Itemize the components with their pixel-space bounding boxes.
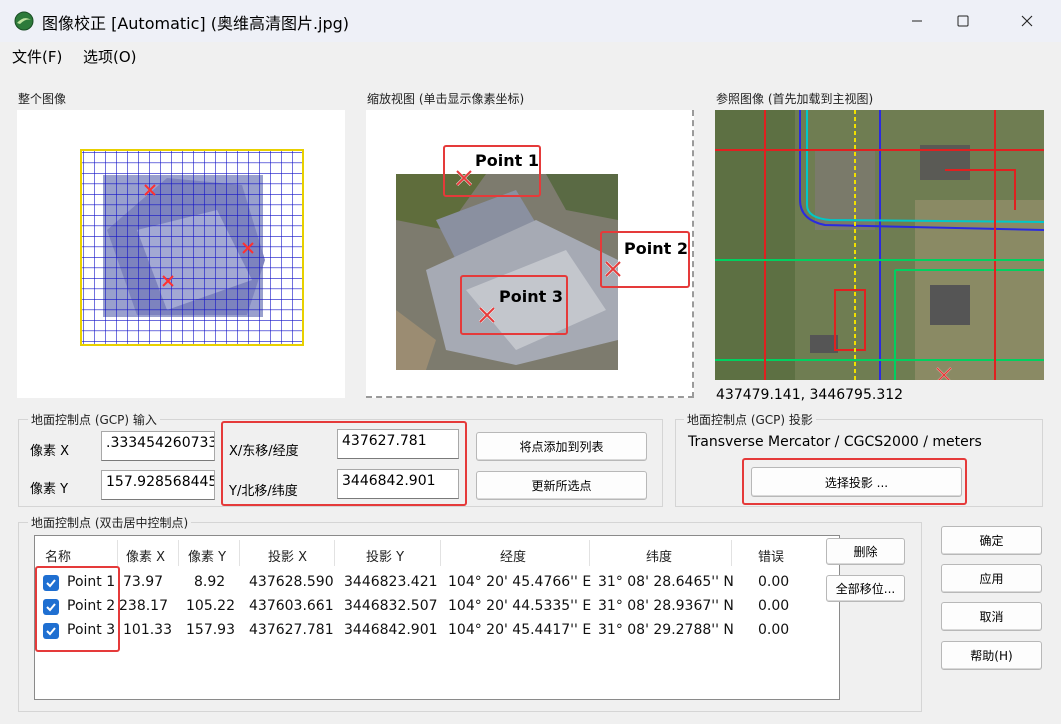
row-latitude: 31° 08' 28.6465'' N [598, 574, 734, 590]
row-pixel-x: 73.97 [123, 574, 164, 590]
minimize-icon [912, 20, 922, 22]
row-pixel-y: 105.22 [186, 598, 235, 614]
col-header-proj-x[interactable]: 投影 X [268, 546, 307, 565]
column-divider [117, 540, 118, 566]
whole-image-panel[interactable] [17, 110, 345, 398]
column-divider [731, 540, 732, 566]
y-north-label: Y/北移/纬度 [229, 484, 298, 499]
row-pixel-x: 101.33 [123, 622, 172, 638]
row-longitude: 104° 20' 45.4417'' E [448, 622, 592, 638]
point-3-label: Point 3 [499, 287, 563, 306]
delete-button[interactable]: 删除 [826, 538, 905, 565]
point-1-label: Point 1 [475, 151, 539, 170]
column-divider [334, 540, 335, 566]
row-pixel-y: 157.93 [186, 622, 235, 638]
cancel-button[interactable]: 取消 [941, 602, 1042, 631]
reference-map-panel[interactable] [715, 110, 1044, 380]
column-divider [178, 540, 179, 566]
pixel-y-label: 像素 Y [30, 482, 69, 497]
move-all-button[interactable]: 全部移位... [826, 575, 905, 602]
maximize-icon [957, 15, 969, 27]
zoom-view-label: 缩放视图 (单击显示像素坐标) [367, 92, 525, 106]
y-north-field[interactable]: 3446842.901 [337, 469, 459, 499]
table-row[interactable]: Point 2 238.17 105.22 437603.661 3446832… [36, 596, 836, 618]
ok-button[interactable]: 确定 [941, 526, 1042, 555]
point-2-label: Point 2 [624, 239, 688, 258]
help-button[interactable]: 帮助(H) [941, 641, 1042, 670]
close-button[interactable] [1004, 0, 1050, 42]
reference-map-image [715, 110, 1044, 380]
maximize-button[interactable] [940, 0, 986, 42]
menu-file[interactable]: 文件(F) [12, 46, 62, 67]
row-proj-x: 437628.590 [249, 574, 334, 590]
add-point-button[interactable]: 将点添加到列表 [476, 432, 647, 461]
apply-button[interactable]: 应用 [941, 564, 1042, 593]
col-header-latitude[interactable]: 纬度 [646, 546, 672, 565]
row-error: 0.00 [758, 622, 790, 638]
column-divider [440, 540, 441, 566]
pixel-x-field[interactable]: .333454260733 [101, 431, 215, 461]
row-pixel-x: 238.17 [119, 598, 168, 614]
projection-title: 地面控制点 (GCP) 投影 [684, 411, 816, 428]
whole-image-thumbnail [80, 149, 304, 346]
col-header-longitude[interactable]: 经度 [500, 546, 526, 565]
app-logo-icon [14, 11, 34, 31]
row-latitude: 31° 08' 28.9367'' N [598, 598, 734, 614]
col-header-proj-y[interactable]: 投影 Y [366, 546, 404, 565]
row-proj-y: 3446823.421 [344, 574, 438, 590]
reference-coordinates: 437479.141, 3446795.312 [716, 387, 904, 403]
table-row[interactable]: Point 3 101.33 157.93 437627.781 3446842… [36, 620, 836, 642]
window-title: 图像校正 [Automatic] (奥维高清图片.jpg) [42, 14, 350, 33]
x-east-label: X/东移/经度 [229, 444, 299, 459]
menu-bar [0, 42, 1061, 70]
x-east-field[interactable]: 437627.781 [337, 429, 459, 459]
pixel-x-label: 像素 X [30, 444, 70, 459]
row-pixel-y: 8.92 [194, 574, 226, 590]
close-icon [1021, 15, 1033, 27]
menu-options[interactable]: 选项(O) [83, 46, 137, 67]
row-proj-x: 437627.781 [249, 622, 334, 638]
whole-image-label: 整个图像 [18, 92, 67, 106]
col-header-pixel-y[interactable]: 像素 Y [188, 546, 226, 565]
row-error: 0.00 [758, 598, 790, 614]
col-header-name[interactable]: 名称 [45, 546, 71, 565]
table-row[interactable]: Point 1 73.97 8.92 437628.590 3446823.42… [36, 572, 836, 594]
pixel-y-field[interactable]: 157.928568445 [101, 470, 215, 500]
row-longitude: 104° 20' 45.4766'' E [448, 574, 592, 590]
reference-image-label: 参照图像 (首先加载到主视图) [716, 92, 874, 106]
column-divider [239, 540, 240, 566]
col-header-error[interactable]: 错误 [758, 546, 784, 565]
row-error: 0.00 [758, 574, 790, 590]
row-proj-y: 3446832.507 [344, 598, 438, 614]
row-proj-y: 3446842.901 [344, 622, 438, 638]
row-names-highlight [35, 566, 120, 652]
update-point-button[interactable]: 更新所选点 [476, 471, 647, 500]
row-longitude: 104° 20' 44.5335'' E [448, 598, 592, 614]
gcp-input-title: 地面控制点 (GCP) 输入 [28, 411, 160, 428]
column-divider [589, 540, 590, 566]
projection-value: Transverse Mercator / CGCS2000 / meters [688, 434, 982, 450]
gcp-list-title: 地面控制点 (双击居中控制点) [28, 514, 192, 531]
row-latitude: 31° 08' 29.2788'' N [598, 622, 734, 638]
col-header-pixel-x[interactable]: 像素 X [126, 546, 165, 565]
row-proj-x: 437603.661 [249, 598, 334, 614]
minimize-button[interactable] [894, 0, 940, 42]
select-projection-button[interactable]: 选择投影 ... [751, 467, 962, 497]
